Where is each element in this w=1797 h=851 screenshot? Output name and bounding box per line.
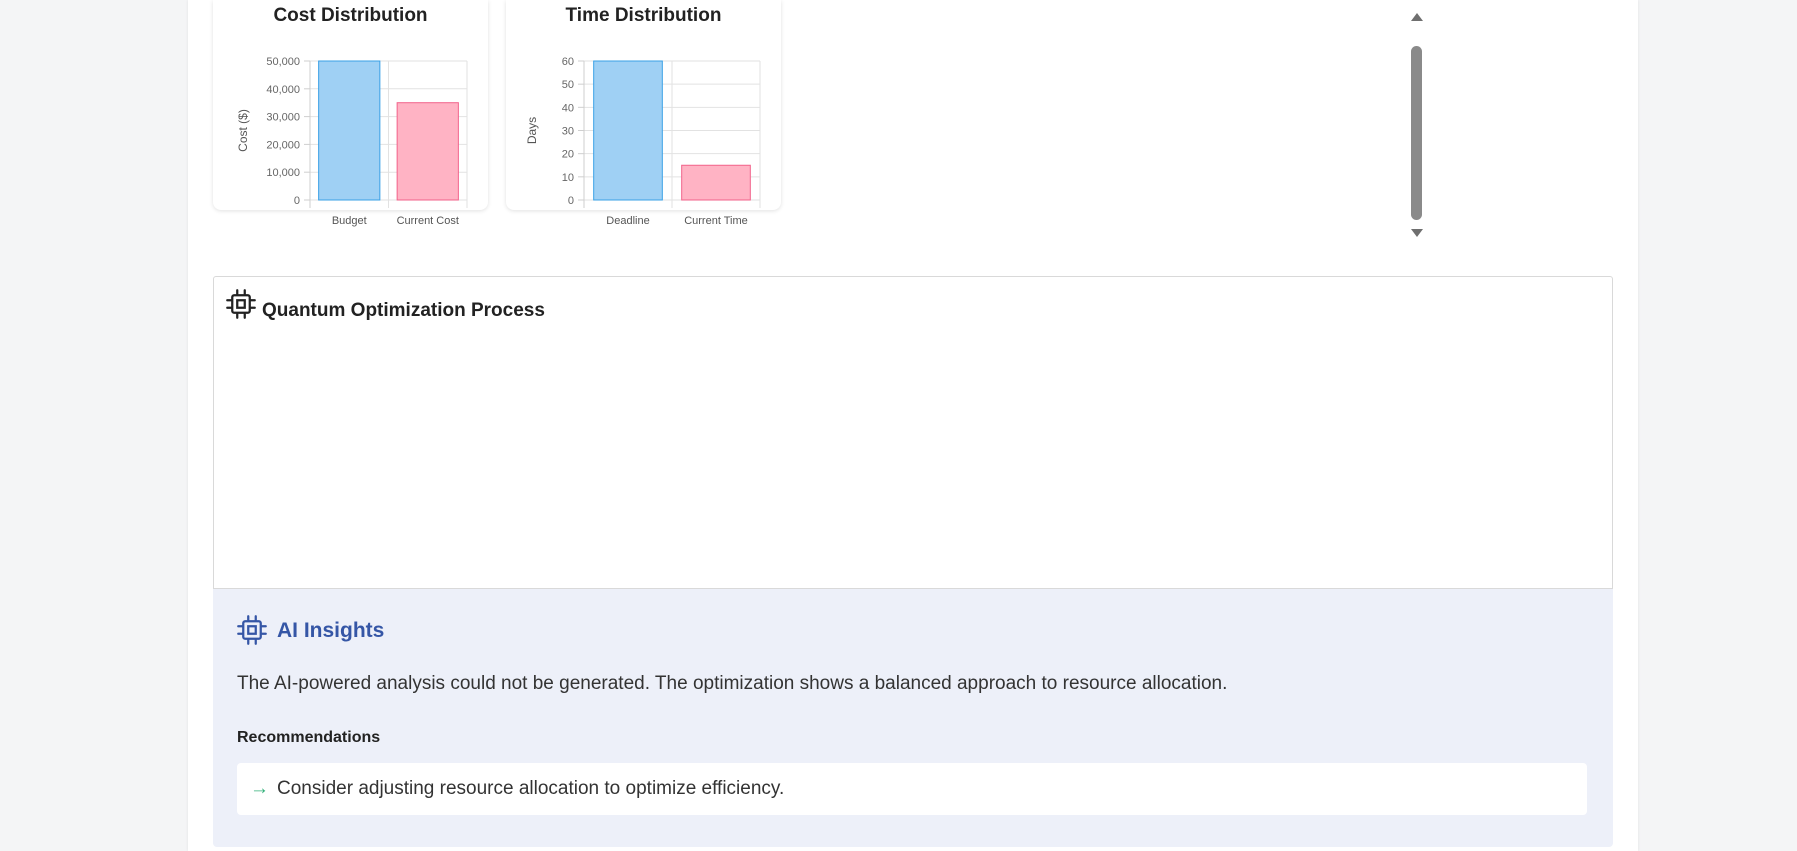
y-tick-label: 10 bbox=[562, 172, 574, 184]
y-axis-label: Days bbox=[525, 117, 539, 144]
scroll-up-arrow-icon[interactable] bbox=[1411, 13, 1423, 21]
y-tick-label: 50,000 bbox=[266, 56, 300, 68]
cost-chart: 0 10,000 20,000 30,000 40,000 50,000 Budget Cur… bbox=[236, 56, 468, 227]
scroll-down-arrow-icon[interactable] bbox=[1411, 229, 1423, 237]
y-tick-label: 0 bbox=[568, 195, 574, 207]
y-tick-label: 0 bbox=[294, 195, 300, 207]
y-tick-label: 30 bbox=[562, 126, 574, 138]
recommendation-text: Consider adjusting resource allocation t… bbox=[277, 778, 785, 799]
y-tick-label: 10,000 bbox=[266, 167, 300, 179]
y-axis-label: Cost ($) bbox=[236, 109, 250, 152]
x-tick-label: Budget bbox=[332, 215, 367, 227]
ai-insights-panel: AI Insights The AI-powered analysis coul… bbox=[213, 589, 1613, 847]
x-tick-label: Deadline bbox=[606, 215, 649, 227]
bar-deadline bbox=[593, 60, 663, 201]
ai-insights-title: AI Insights bbox=[277, 619, 385, 642]
cpu-icon bbox=[226, 289, 256, 324]
recommendations-heading: Recommendations bbox=[237, 729, 381, 746]
y-tick-label: 40,000 bbox=[266, 84, 300, 96]
arrow-right-icon: → bbox=[250, 778, 269, 799]
recommendation-item: → Consider adjusting resource allocation… bbox=[237, 763, 1587, 815]
time-chart: 0 10 20 30 40 50 60 Deadline Current Time Days bbox=[525, 56, 761, 227]
y-tick-label: 50 bbox=[562, 79, 574, 91]
quantum-title: Quantum Optimization Process bbox=[262, 300, 545, 321]
x-tick-label: Current Time bbox=[684, 215, 748, 227]
ai-insights-text: The AI-powered analysis could not be gen… bbox=[237, 673, 1228, 694]
y-tick-label: 20,000 bbox=[266, 139, 300, 151]
x-tick-label: Current Cost bbox=[397, 215, 459, 227]
y-tick-label: 40 bbox=[562, 102, 574, 114]
y-tick-label: 20 bbox=[562, 149, 574, 161]
quantum-optimization-panel: Quantum Optimization Process bbox=[213, 276, 1613, 589]
scrollbar-thumb[interactable] bbox=[1411, 46, 1422, 220]
time-chart-card: Time Distribution 0 10 20 30 40 50 60 Deadline C… bbox=[506, 0, 781, 227]
y-tick-label: 60 bbox=[562, 56, 574, 68]
cpu-icon bbox=[237, 615, 267, 650]
y-tick-label: 30,000 bbox=[266, 112, 300, 124]
bar-current-cost bbox=[396, 102, 459, 201]
scrollbar[interactable] bbox=[1405, 0, 1427, 245]
bar-budget bbox=[318, 60, 381, 201]
cost-chart-card: Cost Distribution 0 10,000 20,000 30,000 40,… bbox=[213, 0, 488, 227]
bar-current-time bbox=[681, 164, 751, 201]
